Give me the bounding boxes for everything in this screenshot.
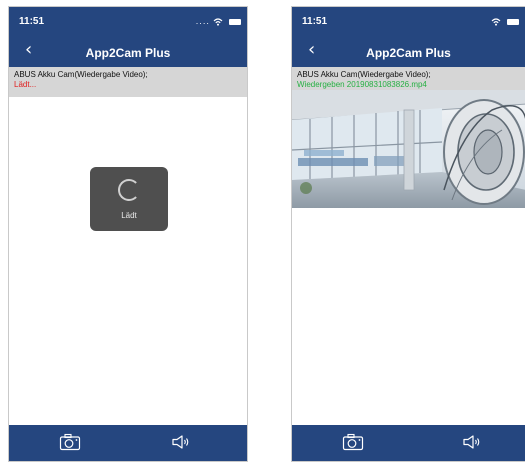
phone-screen-playing: 11:51 ‹ App2Cam Plus ABUS Akku Cam(Wiede…: [291, 6, 525, 462]
status-bar: 11:51: [292, 7, 525, 37]
camera-icon[interactable]: [342, 433, 364, 451]
status-icons: [491, 17, 519, 26]
nav-bar: ‹ App2Cam Plus: [9, 37, 247, 67]
video-player[interactable]: [292, 90, 525, 208]
loading-label: Lädt: [121, 211, 137, 220]
loading-status: Lädt...: [14, 80, 37, 89]
bottom-toolbar: [9, 425, 247, 461]
speaker-icon[interactable]: [171, 434, 191, 450]
camera-icon[interactable]: [59, 433, 81, 451]
device-label: ABUS Akku Cam(Wiedergabe Video);: [297, 70, 431, 79]
speaker-icon[interactable]: [462, 434, 482, 450]
loading-indicator: Lädt: [90, 167, 168, 231]
playback-status: Wiedergeben 20190831083826.mp4: [297, 80, 427, 89]
video-frame: [292, 90, 525, 208]
wifi-icon: [492, 17, 501, 26]
page-title: App2Cam Plus: [366, 46, 451, 60]
spinner-icon: [118, 179, 140, 201]
nav-bar: ‹ App2Cam Plus: [292, 37, 525, 67]
status-time: 11:51: [302, 16, 328, 27]
device-label: ABUS Akku Cam(Wiedergabe Video);: [14, 70, 148, 79]
wifi-icon: [214, 17, 223, 26]
battery-icon: [507, 18, 519, 25]
bottom-toolbar: [292, 425, 525, 461]
status-bar: 11:51 ....: [9, 7, 247, 37]
phone-screen-loading: 11:51 .... ‹ App2Cam Plus ABUS Akku Cam(…: [8, 6, 248, 462]
status-time: 11:51: [19, 16, 45, 27]
status-icons: ....: [196, 17, 241, 26]
playback-info: ABUS Akku Cam(Wiedergabe Video); Lädt...: [9, 67, 247, 97]
signal-dots: ....: [195, 17, 210, 26]
battery-icon: [229, 18, 241, 25]
playback-info: ABUS Akku Cam(Wiedergabe Video); Wiederg…: [292, 67, 525, 91]
page-title: App2Cam Plus: [85, 46, 171, 60]
